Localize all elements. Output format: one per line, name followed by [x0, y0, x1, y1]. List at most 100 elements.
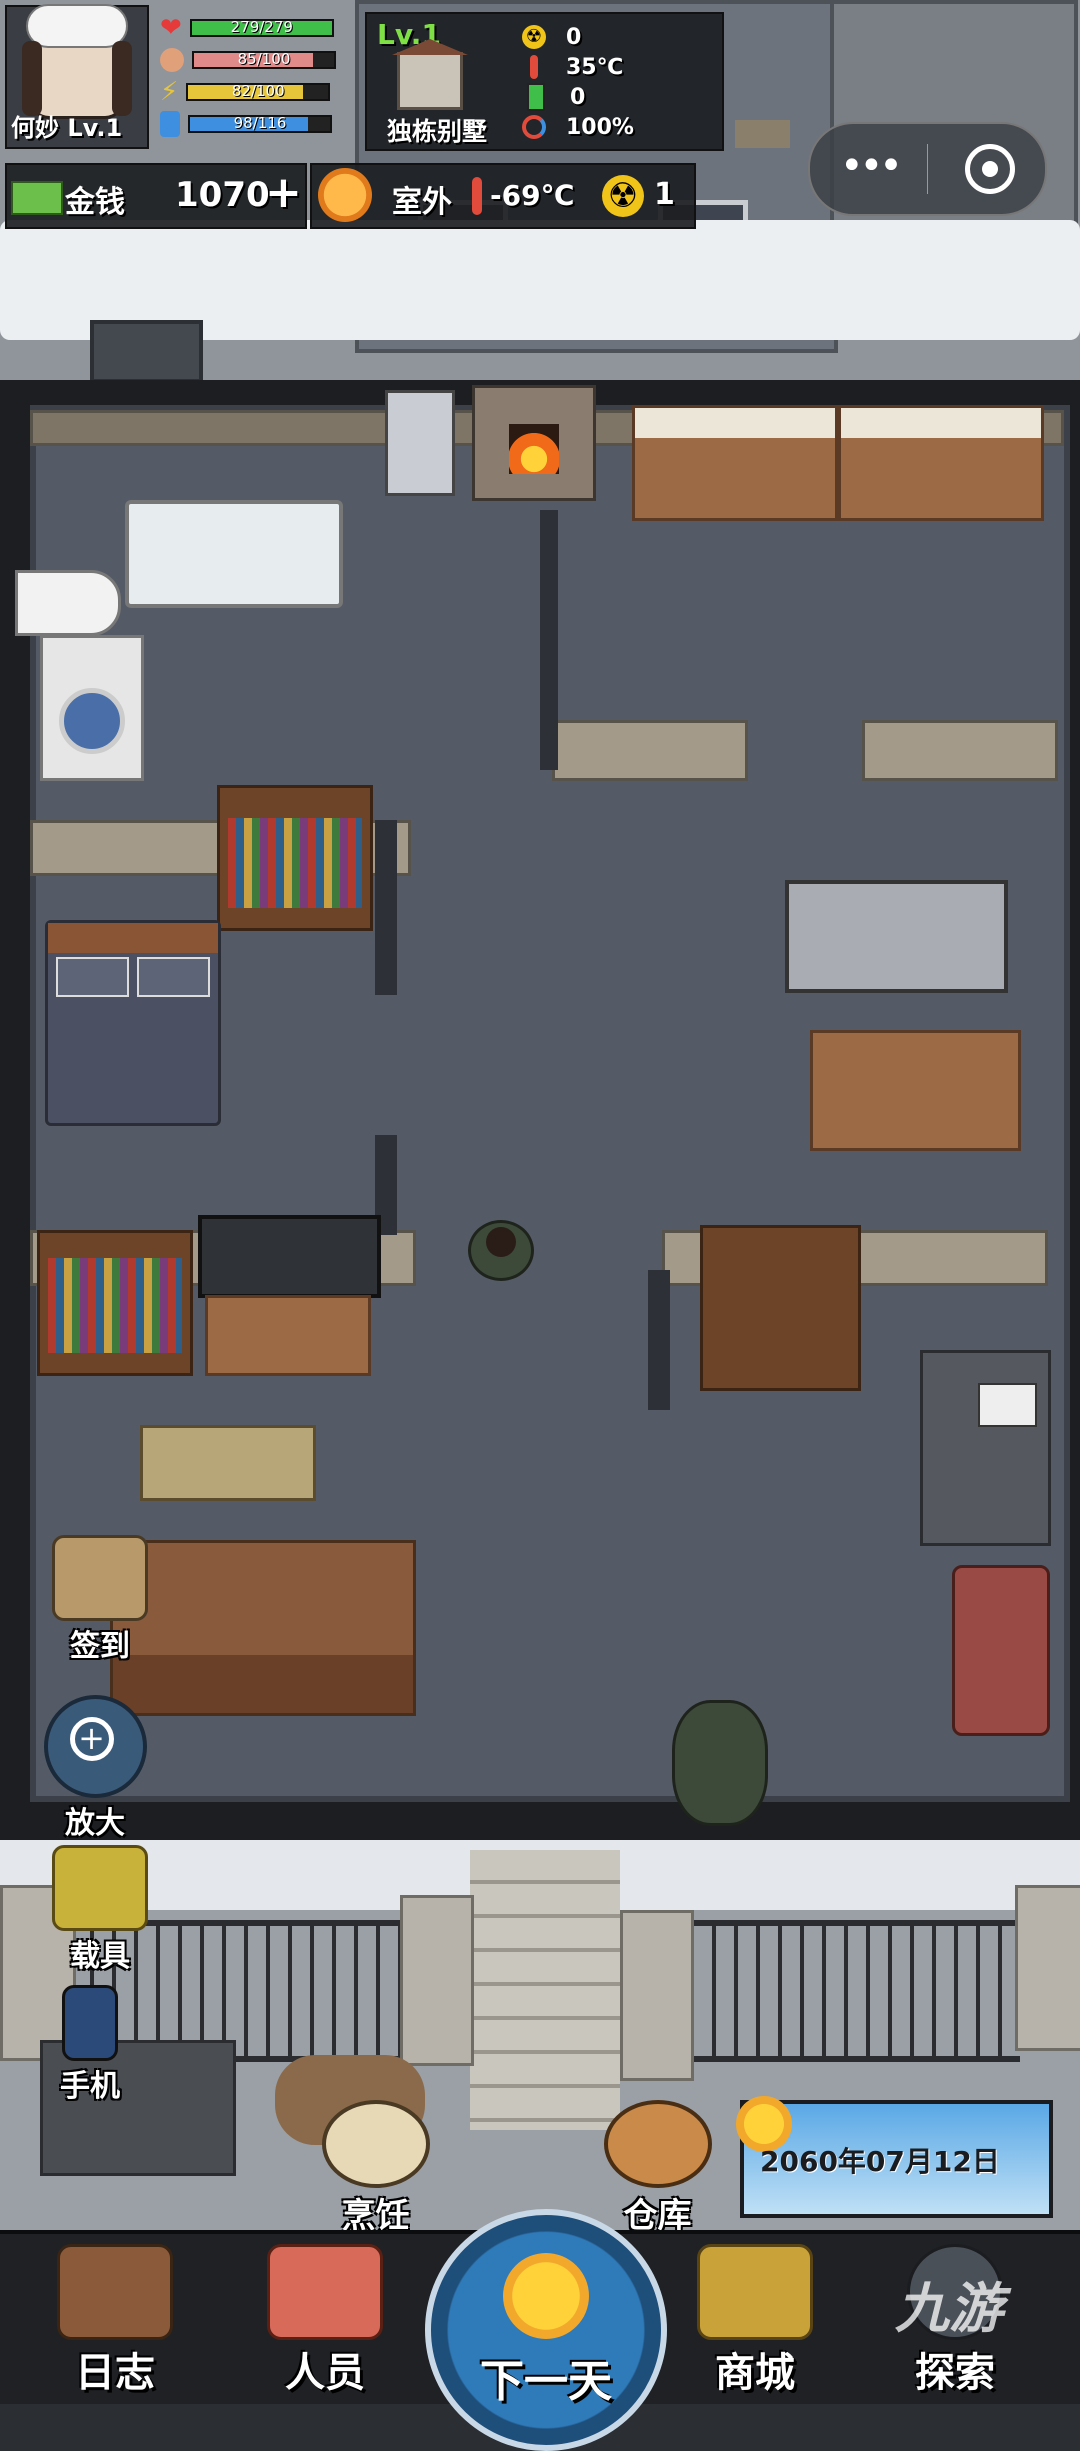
sewer-grate — [90, 320, 203, 383]
bathtub[interactable] — [125, 500, 343, 608]
date-panel[interactable]: 2060年07月12日 — [736, 2096, 1053, 2218]
outdoor-label: 室外 — [392, 185, 452, 220]
checkin-label: 签到 — [70, 1629, 130, 1664]
front-steps — [470, 1850, 620, 2130]
house-panel[interactable]: Lv.1 独栋别墅 ☢ 0 35℃ 0 100% — [365, 12, 724, 151]
treadmill[interactable] — [785, 880, 1008, 993]
dining-table[interactable] — [810, 1030, 1021, 1151]
massage-chair[interactable] — [952, 1565, 1050, 1736]
avatar[interactable]: 何妙 Lv.1 — [5, 4, 149, 149]
house-icon — [392, 39, 468, 110]
nav-shop-label: 商城 — [715, 2350, 795, 2396]
bottom-nav: 日志 人员 下一天 商城 探索 九游 — [0, 2209, 1080, 2451]
fence-pillar — [400, 1895, 474, 2066]
checkin-button[interactable]: 签到 — [45, 1535, 155, 1665]
house-name: 独栋别墅 — [387, 117, 488, 146]
nav-explore-label: 探索 — [915, 2350, 995, 2396]
interior-wall — [862, 720, 1058, 781]
radiation-icon: ☢ — [602, 175, 644, 217]
battery-icon — [527, 83, 545, 111]
television[interactable] — [198, 1215, 381, 1298]
nav-staff-label: 人员 — [285, 2350, 365, 2396]
lightning-icon: ⚡ — [160, 77, 179, 107]
money-icon — [11, 181, 63, 215]
hunger-value: 85/100 — [237, 50, 291, 68]
interior-wall — [552, 720, 748, 781]
thirst-value: 98/116 — [233, 114, 287, 132]
rice-cooker-icon — [321, 2100, 430, 2188]
tv-stand — [205, 1295, 371, 1376]
capsule-divider — [927, 144, 928, 194]
vehicle-icon — [52, 1845, 148, 1931]
vehicle-button[interactable]: 载具 — [45, 1845, 155, 1975]
id-card-icon — [267, 2244, 383, 2340]
weather-panel[interactable]: 室外 -69℃ ☢ 1 — [310, 163, 696, 229]
interior-wall-post — [540, 510, 558, 770]
target-icon[interactable] — [965, 144, 1015, 194]
money-value: 1070 — [175, 175, 270, 215]
zoom-button[interactable]: + 放大 — [40, 1695, 150, 1842]
journal-icon — [57, 2244, 173, 2340]
player-stats: ❤ 279/279 85/100 ⚡ 82/100 98/116 — [160, 12, 360, 140]
radiation-icon: ☢ — [522, 25, 546, 49]
sofa[interactable] — [110, 1540, 416, 1716]
crate-icon — [603, 2100, 712, 2188]
washing-machine[interactable] — [40, 635, 144, 781]
kitchen-stove-counter[interactable] — [838, 405, 1044, 521]
player-name-level: 何妙 Lv.1 — [11, 114, 123, 142]
nav-log[interactable]: 日志 — [40, 2244, 190, 2398]
add-money-button[interactable]: + — [265, 167, 302, 218]
energy-value: 82/100 — [231, 82, 285, 100]
toilet[interactable] — [15, 570, 121, 636]
coffee-table[interactable] — [140, 1425, 316, 1501]
phone-icon — [62, 1985, 118, 2061]
cooking-button[interactable]: 烹饪 — [318, 2100, 433, 2237]
kitchen-sink-counter[interactable] — [632, 405, 838, 521]
health-value: 279/279 — [230, 18, 293, 36]
miniprogram-capsule: ••• — [808, 122, 1047, 216]
heart-icon: ❤ — [160, 13, 182, 43]
house-interior — [0, 380, 1080, 1840]
phone-button[interactable]: 手机 — [35, 1985, 145, 2105]
thermometer-icon — [472, 177, 482, 215]
bookshelf[interactable] — [37, 1230, 193, 1376]
fireplace[interactable] — [472, 385, 596, 501]
nav-staff[interactable]: 人员 — [250, 2244, 400, 2398]
water-icon — [160, 111, 180, 137]
durability-icon — [522, 115, 546, 139]
sun-icon — [318, 168, 372, 222]
crate-icon — [52, 1535, 148, 1621]
bookshelf[interactable] — [217, 785, 373, 931]
next-day-label: 下一天 — [480, 2356, 612, 2407]
character-survivor[interactable] — [672, 1700, 768, 1826]
interior-wall-post — [375, 820, 397, 995]
sun-icon — [503, 2253, 589, 2339]
money-panel[interactable]: 金钱 1070 + — [5, 163, 307, 229]
stomach-icon — [160, 48, 184, 72]
thermometer-icon — [530, 55, 538, 79]
storage-button[interactable]: 仓库 — [600, 2100, 715, 2237]
computer-desk[interactable] — [920, 1350, 1051, 1546]
water-heater[interactable] — [385, 390, 455, 496]
current-date: 2060年07月12日 — [760, 2145, 1000, 2178]
basket-icon — [697, 2244, 813, 2340]
outdoor-temperature: -69℃ — [490, 179, 575, 212]
nav-shop[interactable]: 商城 — [680, 2244, 830, 2398]
more-icon[interactable]: ••• — [840, 146, 903, 186]
character-survivor[interactable] — [468, 1220, 534, 1281]
fence-pillar — [620, 1910, 694, 2081]
house-radiation: 0 — [566, 24, 582, 50]
phone-label: 手机 — [60, 2069, 120, 2104]
fence — [690, 1920, 1020, 2062]
watermark: 九游 — [895, 2277, 1003, 2340]
outdoor-radiation: 1 — [654, 177, 675, 212]
zoom-in-icon: + — [43, 1695, 147, 1798]
next-day-button[interactable]: 下一天 — [425, 2209, 667, 2451]
wall-sign — [735, 120, 790, 148]
fence-pillar — [1015, 1885, 1080, 2051]
cabinet[interactable] — [700, 1225, 861, 1391]
zoom-label: 放大 — [65, 1806, 125, 1841]
house-power: 0 — [570, 84, 586, 110]
nav-log-label: 日志 — [75, 2350, 155, 2396]
bed[interactable] — [45, 920, 221, 1126]
